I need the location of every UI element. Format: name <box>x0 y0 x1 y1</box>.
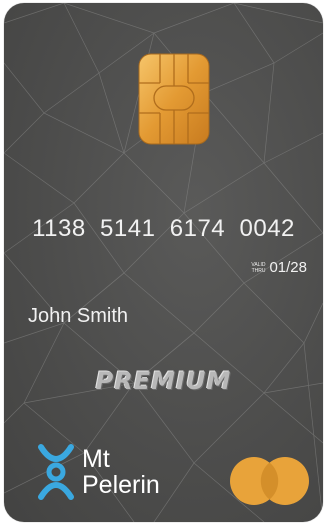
valid-label-line2: THRU <box>251 267 266 274</box>
brand-name-line1: Mt <box>82 445 110 473</box>
valid-label-line1: VALID <box>251 261 266 268</box>
cardholder-name: John Smith <box>28 305 129 327</box>
mt-pelerin-logo-icon <box>38 444 74 500</box>
brand-name: Mt Pelerin <box>82 446 160 498</box>
card-number: 1138 5141 6174 0042 <box>32 215 295 242</box>
card-network-logo-icon <box>230 457 309 505</box>
valid-thru: VALID THRU 01/28 <box>251 259 307 276</box>
brand-logo: Mt Pelerin <box>36 443 160 501</box>
valid-thru-label: VALID THRU <box>251 262 265 274</box>
card-tier-label: PREMIUM <box>95 367 232 395</box>
expiry-date: 01/28 <box>269 259 307 276</box>
emv-chip-icon <box>138 53 210 145</box>
brand-name-line2: Pelerin <box>82 471 160 499</box>
credit-card: 1138 5141 6174 0042 VALID THRU 01/28 Joh… <box>4 3 323 522</box>
